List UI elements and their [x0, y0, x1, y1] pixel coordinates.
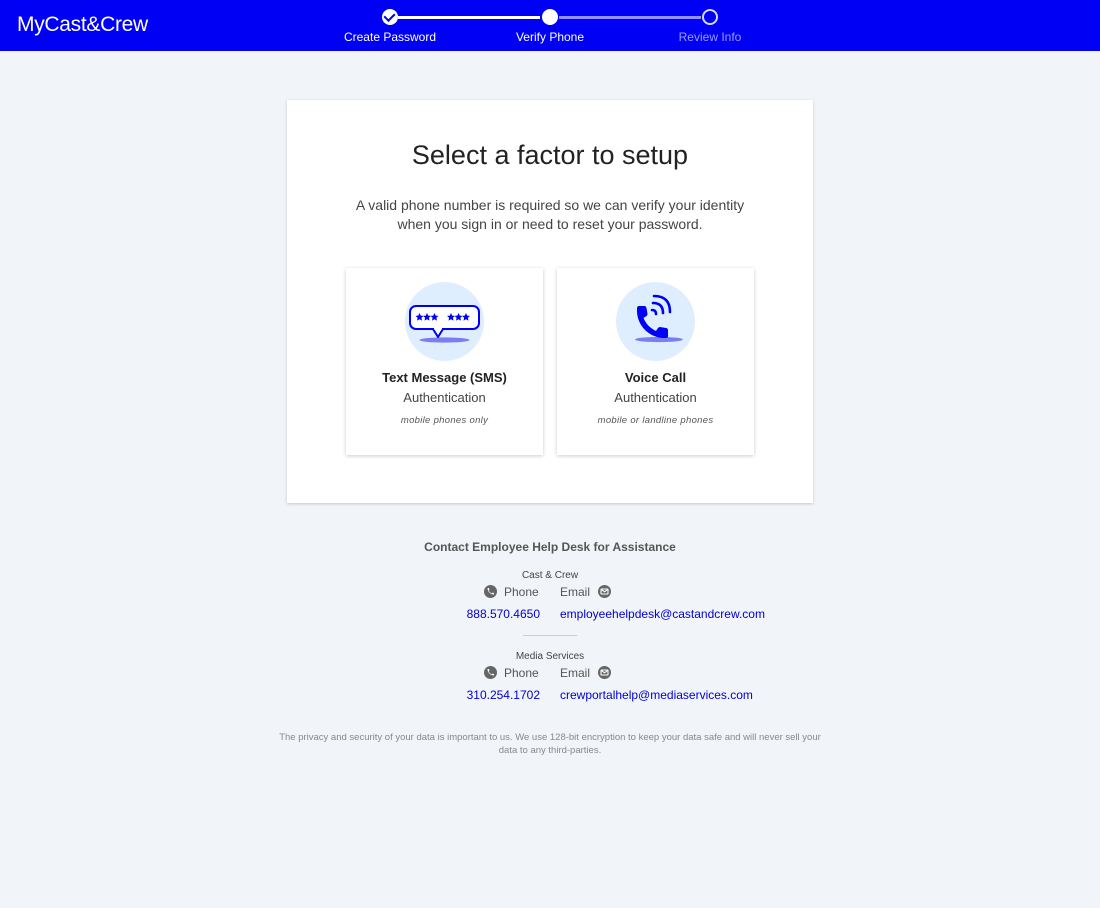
media-services-email-link[interactable]: crewportalhelp@mediaservices.com	[560, 688, 753, 702]
step-upcoming-circle-icon	[702, 9, 718, 25]
email-icon	[598, 585, 611, 598]
help-desk-heading: Contact Employee Help Desk for Assistanc…	[424, 540, 676, 554]
page-description: A valid phone number is required so we c…	[355, 197, 745, 232]
factor-selection-card: Select a factor to setup A valid phone n…	[287, 100, 813, 503]
cast-crew-email-link[interactable]: employeehelpdesk@castandcrew.com	[560, 607, 765, 621]
top-header: MyCast&Crew Create Password Verify Phone…	[0, 0, 1100, 51]
help-group-title-media-services: Media Services	[515, 651, 585, 662]
app-logo[interactable]: MyCast&Crew	[17, 13, 148, 37]
sms-option-title: Text Message (SMS)	[382, 370, 507, 385]
step-label-verify-phone: Verify Phone	[515, 30, 585, 44]
email-label: Email	[560, 666, 591, 680]
step-label-review-info: Review Info	[678, 30, 742, 44]
stepper-line-upcoming	[559, 16, 701, 19]
email-icon	[598, 666, 611, 679]
voice-call-option-title: Voice Call	[624, 370, 687, 385]
voice-call-icon	[616, 282, 695, 361]
privacy-notice: The privacy and security of your data is…	[279, 732, 821, 756]
media-services-phone-link[interactable]: 310.254.1702	[467, 688, 540, 702]
sms-icon	[405, 282, 484, 361]
voice-call-option-button[interactable]: Voice Call Authentication mobile or land…	[557, 268, 754, 455]
phone-label: Phone	[504, 585, 539, 599]
page-title: Select a factor to setup	[411, 140, 689, 170]
step-label-create-password: Create Password	[343, 30, 437, 44]
help-divider	[523, 635, 577, 636]
stepper-line-complete	[398, 16, 540, 19]
sms-option-button[interactable]: Text Message (SMS) Authentication mobile…	[346, 268, 543, 455]
step-current-dot-icon	[542, 9, 558, 25]
phone-icon	[484, 585, 497, 598]
voice-call-option-note: mobile or landline phones	[597, 415, 714, 426]
phone-icon	[484, 666, 497, 679]
help-group-title-cast-crew: Cast & Crew	[521, 570, 579, 581]
voice-call-option-subtitle: Authentication	[614, 390, 697, 405]
sms-option-note: mobile phones only	[400, 415, 489, 426]
step-complete-check-icon	[382, 9, 398, 25]
cast-crew-phone-link[interactable]: 888.570.4650	[467, 607, 540, 621]
phone-label: Phone	[504, 666, 539, 680]
email-label: Email	[560, 585, 591, 599]
sms-option-subtitle: Authentication	[403, 390, 486, 405]
